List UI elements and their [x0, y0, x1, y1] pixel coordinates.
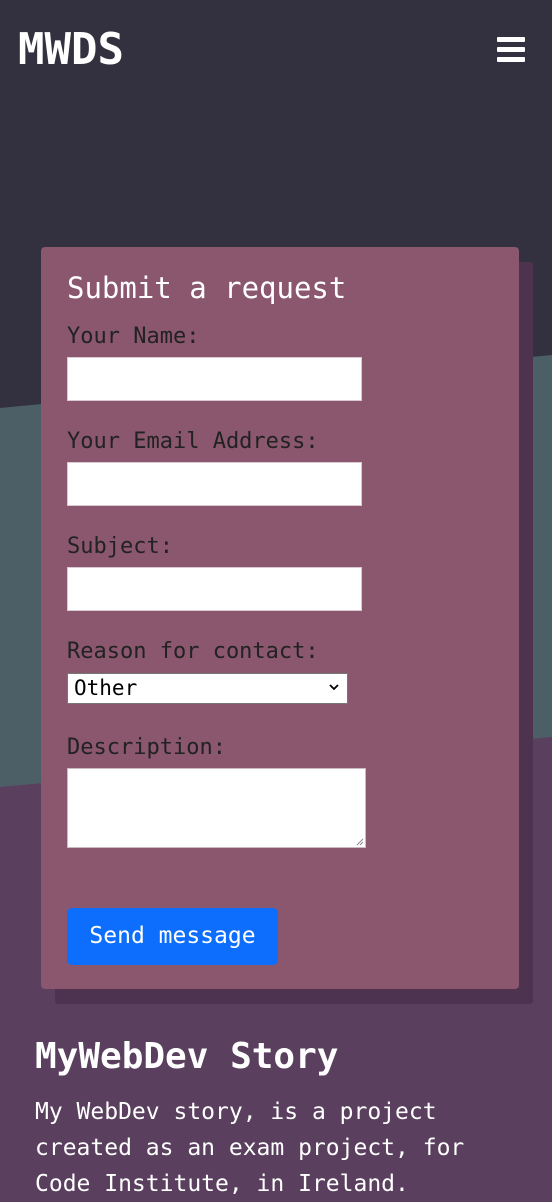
description-label: Description: [67, 735, 226, 760]
reason-select[interactable]: Other [67, 673, 348, 704]
reason-selected-value: Other [74, 676, 138, 700]
email-field[interactable] [67, 462, 362, 506]
name-field[interactable] [67, 357, 362, 401]
site-header: MWDS [0, 0, 552, 100]
reason-label: Reason for contact: [67, 639, 319, 664]
name-label: Your Name: [67, 324, 200, 349]
description-textarea[interactable] [67, 768, 366, 848]
hamburger-menu-icon[interactable] [497, 37, 525, 63]
form-title: Submit a request [67, 271, 347, 305]
email-label: Your Email Address: [67, 429, 319, 454]
send-message-button[interactable]: Send message [67, 908, 278, 965]
subject-field[interactable] [67, 567, 362, 611]
resize-grip-icon[interactable] [356, 838, 364, 846]
chevron-down-icon [329, 684, 339, 691]
subject-label: Subject: [67, 534, 173, 559]
story-text: My WebDev story, is a project created as… [35, 1099, 465, 1197]
contact-form-card: Submit a request Your Name: Your Email A… [41, 247, 519, 989]
story-title: MyWebDev Story [35, 1036, 339, 1077]
site-logo[interactable]: MWDS [18, 24, 124, 75]
